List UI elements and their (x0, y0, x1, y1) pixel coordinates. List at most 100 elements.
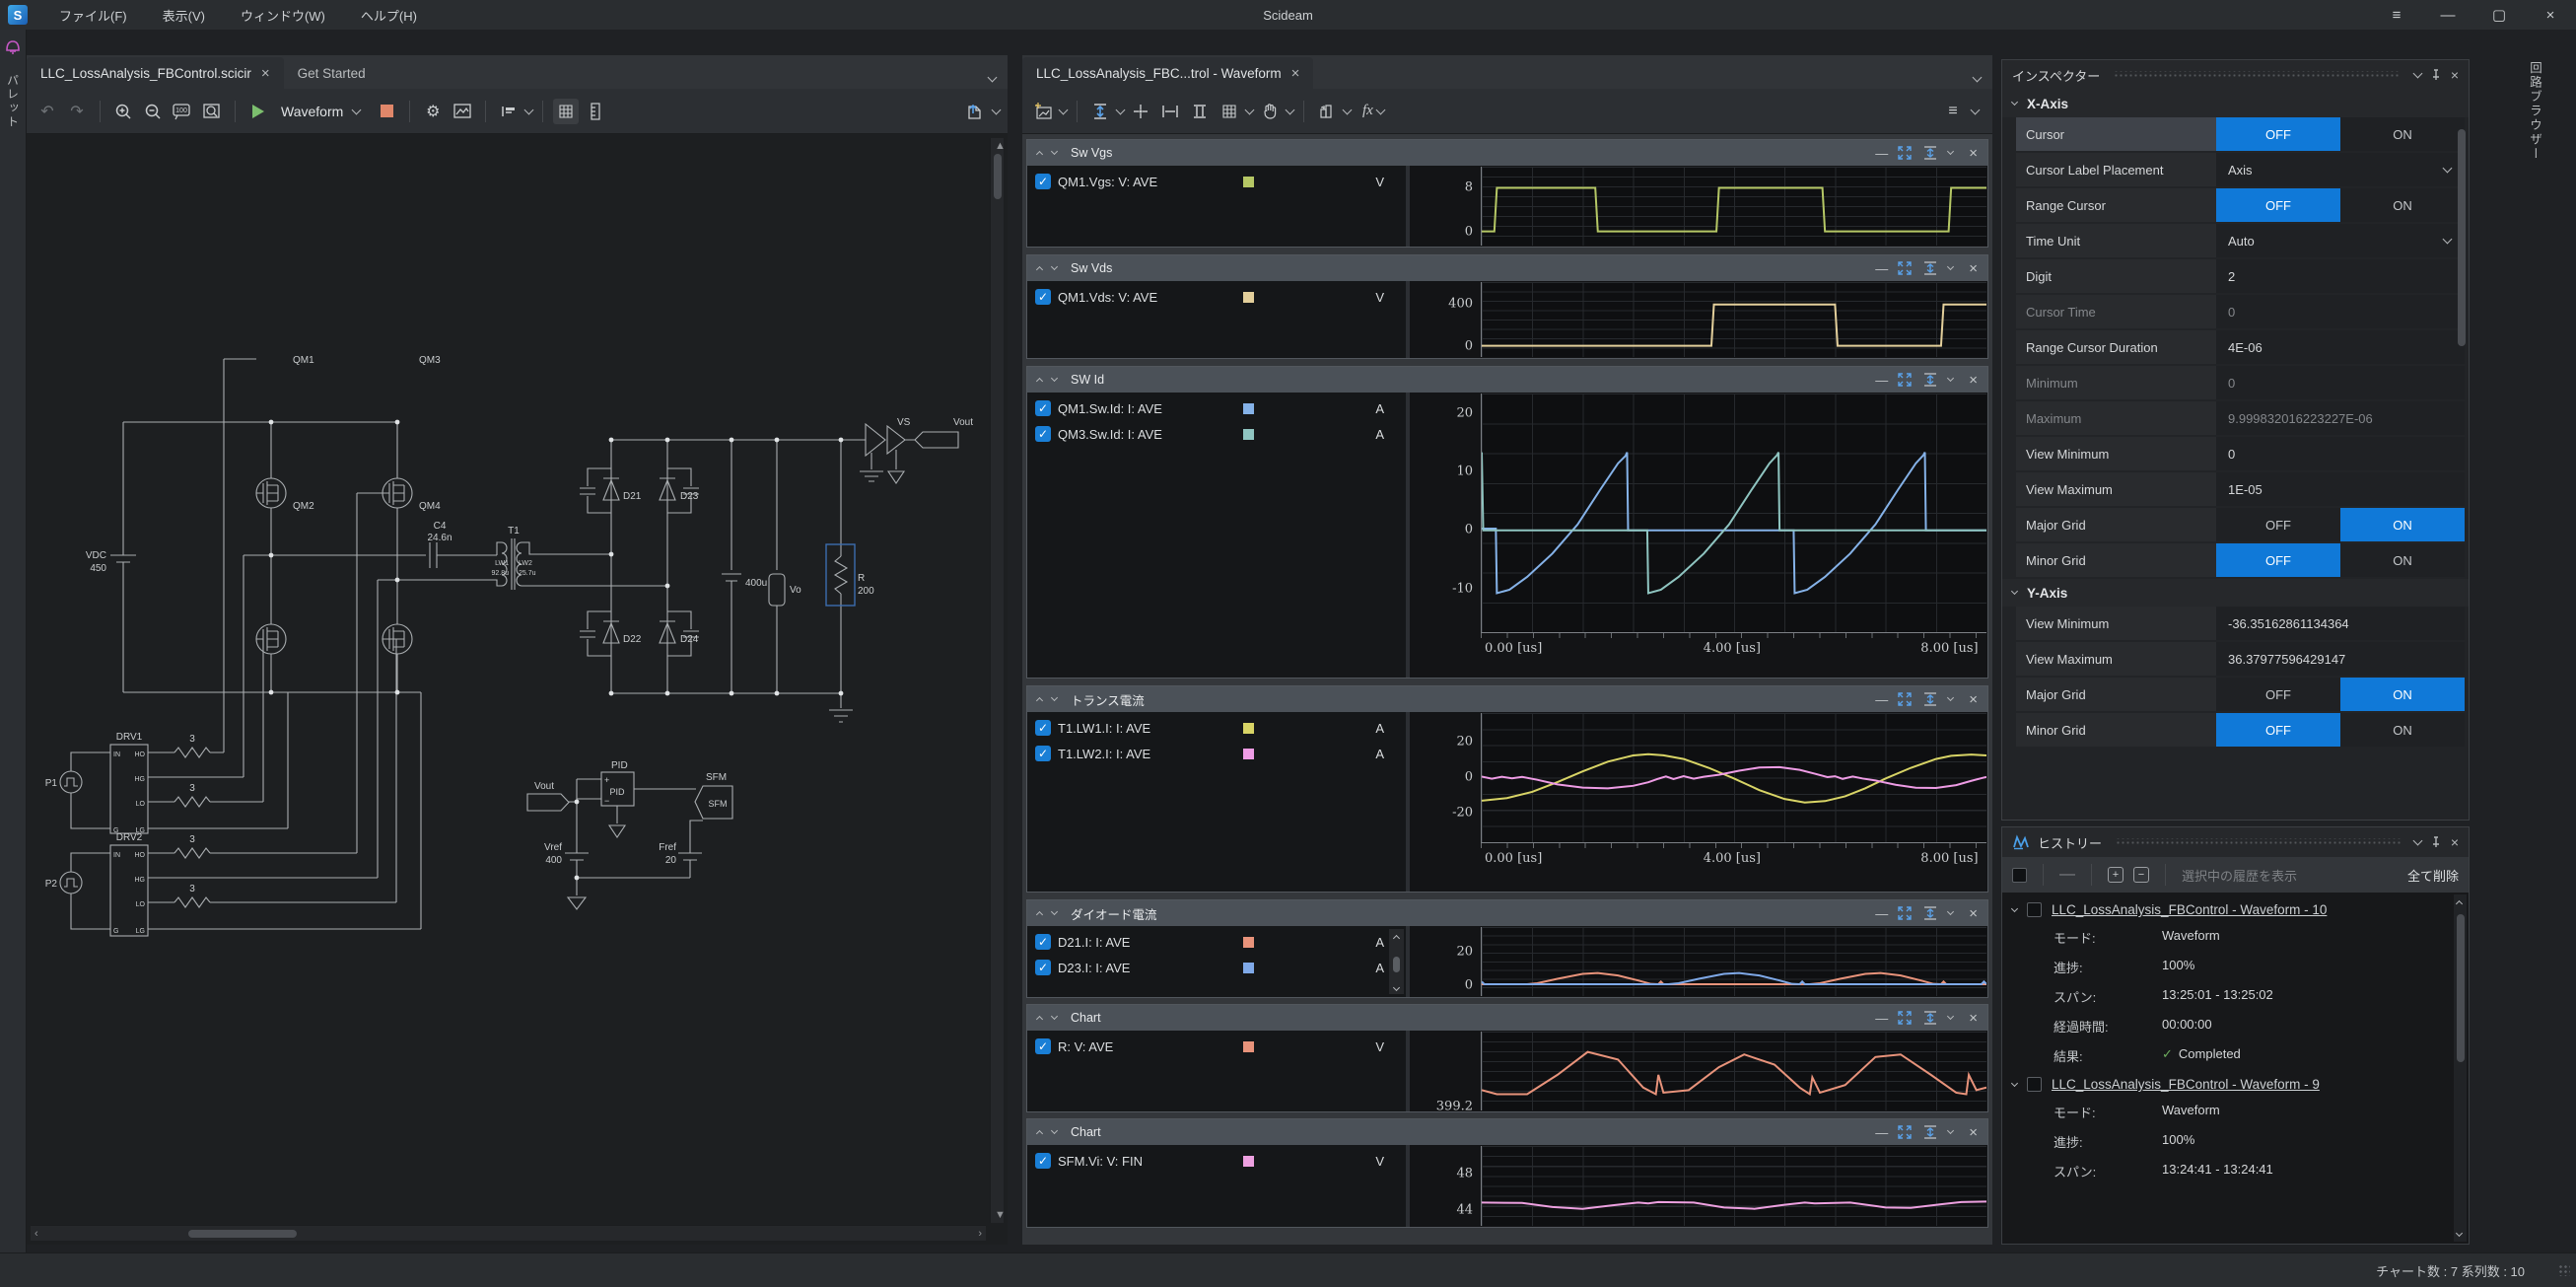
collapse-icon[interactable] (1036, 266, 1043, 273)
show-selected-label[interactable]: 選択中の履歴を表示 (2182, 866, 2297, 885)
minimize-button[interactable]: — (2422, 0, 2473, 30)
add-chart-chevron-icon[interactable] (1059, 105, 1069, 114)
function-chevron-icon[interactable] (1375, 105, 1385, 114)
group-menu-chevron-icon[interactable] (1947, 263, 1954, 270)
close-group-icon[interactable]: × (1969, 1124, 1978, 1141)
signal-checkbox[interactable]: ✓ (1035, 746, 1051, 761)
tab-schematic-file[interactable]: LLC_LossAnalysis_FBControl.scicir × (27, 57, 284, 89)
expand-icon[interactable] (1051, 694, 1058, 701)
canvas-vertical-scrollbar[interactable]: ▲ ▼ (990, 138, 1004, 1223)
signal-row[interactable]: ✓ QM3.Sw.Id: I: AVE A (1027, 418, 1406, 444)
plot[interactable] (1481, 282, 1986, 357)
menu-file[interactable]: ファイル(F) (41, 0, 145, 30)
history-entry-link[interactable]: LLC_LossAnalysis_FBControl - Waveform - … (2052, 902, 2327, 917)
redo-icon[interactable]: ↷ (64, 99, 90, 124)
plot[interactable] (1481, 1032, 1986, 1110)
schematic-canvas[interactable]: VDC450QM1QM2QM3QM4C424.6nT1LW192.8uLW225… (27, 134, 1008, 1245)
close-tab-icon[interactable]: × (261, 65, 270, 82)
close-group-icon[interactable]: × (1969, 905, 1978, 922)
delete-all-button[interactable]: 全て削除 (2407, 866, 2459, 885)
collapse-icon[interactable] (1036, 151, 1043, 158)
chart-settings-chevron-icon[interactable] (1343, 105, 1353, 114)
chart-settings-icon[interactable] (1314, 99, 1340, 124)
maximize-button[interactable]: ▢ (2473, 0, 2525, 30)
run-icon[interactable] (245, 99, 271, 124)
group-header[interactable]: Chart — × (1027, 1005, 1987, 1031)
collapse-all-icon[interactable]: − (2133, 867, 2149, 883)
expand-all-icon[interactable]: + (2108, 867, 2123, 883)
tab-get-started[interactable]: Get Started (284, 57, 380, 89)
section-x-axis[interactable]: X-Axis (2002, 90, 2469, 117)
entry-checkbox[interactable] (2027, 902, 2042, 917)
group-menu-chevron-icon[interactable] (1947, 694, 1954, 701)
inspector-row[interactable]: Range Cursor Duration 4E-06 (2016, 330, 2465, 364)
zoom-area-icon[interactable] (199, 99, 225, 124)
tab-list-chevron-icon[interactable] (1973, 73, 1983, 83)
pin-icon[interactable] (2429, 835, 2443, 849)
minimize-group-icon[interactable]: — (1875, 146, 1887, 161)
canvas-horizontal-scrollbar[interactable]: ‹ › (31, 1225, 986, 1241)
signal-checkbox[interactable]: ✓ (1035, 1153, 1051, 1169)
toggle-off[interactable]: OFF (2216, 188, 2340, 222)
expand-icon[interactable] (1051, 1127, 1058, 1134)
close-group-icon[interactable]: × (1969, 145, 1978, 162)
vertical-cursors-icon[interactable] (1187, 99, 1213, 124)
ruler-icon[interactable] (583, 99, 608, 124)
dropdown-chevron-icon[interactable] (2443, 235, 2453, 245)
hamburger-menu-icon[interactable]: ≡ (2371, 0, 2422, 30)
minimize-group-icon[interactable]: — (1875, 1125, 1887, 1140)
fit-group-icon[interactable] (1922, 691, 1938, 707)
select-all-checkbox[interactable] (2012, 868, 2027, 883)
resize-grip[interactable] (2558, 1264, 2570, 1276)
entry-chevron-icon[interactable] (2011, 904, 2018, 911)
plot[interactable] (1481, 713, 1986, 842)
maximize-group-icon[interactable] (1897, 1124, 1913, 1140)
plot[interactable] (1481, 1146, 1986, 1226)
bell-icon[interactable] (2, 36, 24, 57)
circuit-browser-tab[interactable]: 回路ブラウザー (2526, 61, 2544, 162)
signal-checkbox[interactable]: ✓ (1035, 174, 1051, 189)
entry-chevron-icon[interactable] (2011, 1079, 2018, 1086)
history-entry-link[interactable]: LLC_LossAnalysis_FBControl - Waveform - … (2052, 1077, 2320, 1092)
signal-checkbox[interactable]: ✓ (1035, 720, 1051, 736)
align-chevron-icon[interactable] (524, 105, 534, 114)
toggle-on[interactable]: ON (2340, 188, 2465, 222)
export-chevron-icon[interactable] (992, 105, 1002, 114)
run-mode-label[interactable]: Waveform (281, 104, 343, 119)
inspector-row[interactable]: View Minimum -36.35162861134364 (2016, 607, 2465, 640)
align-icon[interactable] (496, 99, 522, 124)
remove-icon[interactable]: — (2059, 866, 2075, 884)
panel-menu-chevron-icon[interactable] (1971, 105, 1981, 114)
signal-checkbox[interactable]: ✓ (1035, 289, 1051, 305)
signal-checkbox[interactable]: ✓ (1035, 400, 1051, 416)
plot[interactable] (1481, 393, 1986, 632)
plot[interactable] (1481, 927, 1986, 996)
grid-toggle-icon[interactable] (553, 99, 579, 124)
inspector-row[interactable]: Major Grid OFFON (2016, 508, 2465, 541)
grid-chevron-icon[interactable] (1245, 105, 1255, 114)
close-group-icon[interactable]: × (1969, 691, 1978, 708)
pan-hand-icon[interactable] (1257, 99, 1283, 124)
group-header[interactable]: Sw Vds — × (1027, 255, 1987, 281)
menu-help[interactable]: ヘルプ(H) (343, 0, 435, 30)
toggle-on[interactable]: ON (2340, 117, 2465, 151)
panel-chevron-icon[interactable] (2412, 836, 2422, 846)
fit-group-icon[interactable] (1922, 1010, 1938, 1026)
inspector-row[interactable]: Minor Grid OFFON (2016, 543, 2465, 577)
minimize-group-icon[interactable]: — (1875, 1011, 1887, 1026)
pan-chevron-icon[interactable] (1286, 105, 1295, 114)
zoom-100-icon[interactable]: 100 (170, 99, 195, 124)
close-button[interactable]: × (2525, 0, 2576, 30)
expand-icon[interactable] (1051, 908, 1058, 915)
inspector-row[interactable]: View Maximum 1E-05 (2016, 472, 2465, 506)
settings-gear-icon[interactable]: ⚙ (420, 99, 446, 124)
tab-list-chevron-icon[interactable] (988, 73, 998, 83)
inspector-row[interactable]: View Minimum 0 (2016, 437, 2465, 470)
tab-waveform[interactable]: LLC_LossAnalysis_FBC...trol - Waveform × (1022, 57, 1313, 89)
signal-row[interactable]: ✓ QM1.Vds: V: AVE V (1027, 281, 1406, 307)
menu-window[interactable]: ウィンドウ(W) (223, 0, 343, 30)
stop-icon[interactable] (374, 99, 399, 124)
close-group-icon[interactable]: × (1969, 260, 1978, 277)
palette-tab-label[interactable]: パレット (5, 74, 22, 129)
toggle-on[interactable]: ON (2340, 678, 2465, 711)
